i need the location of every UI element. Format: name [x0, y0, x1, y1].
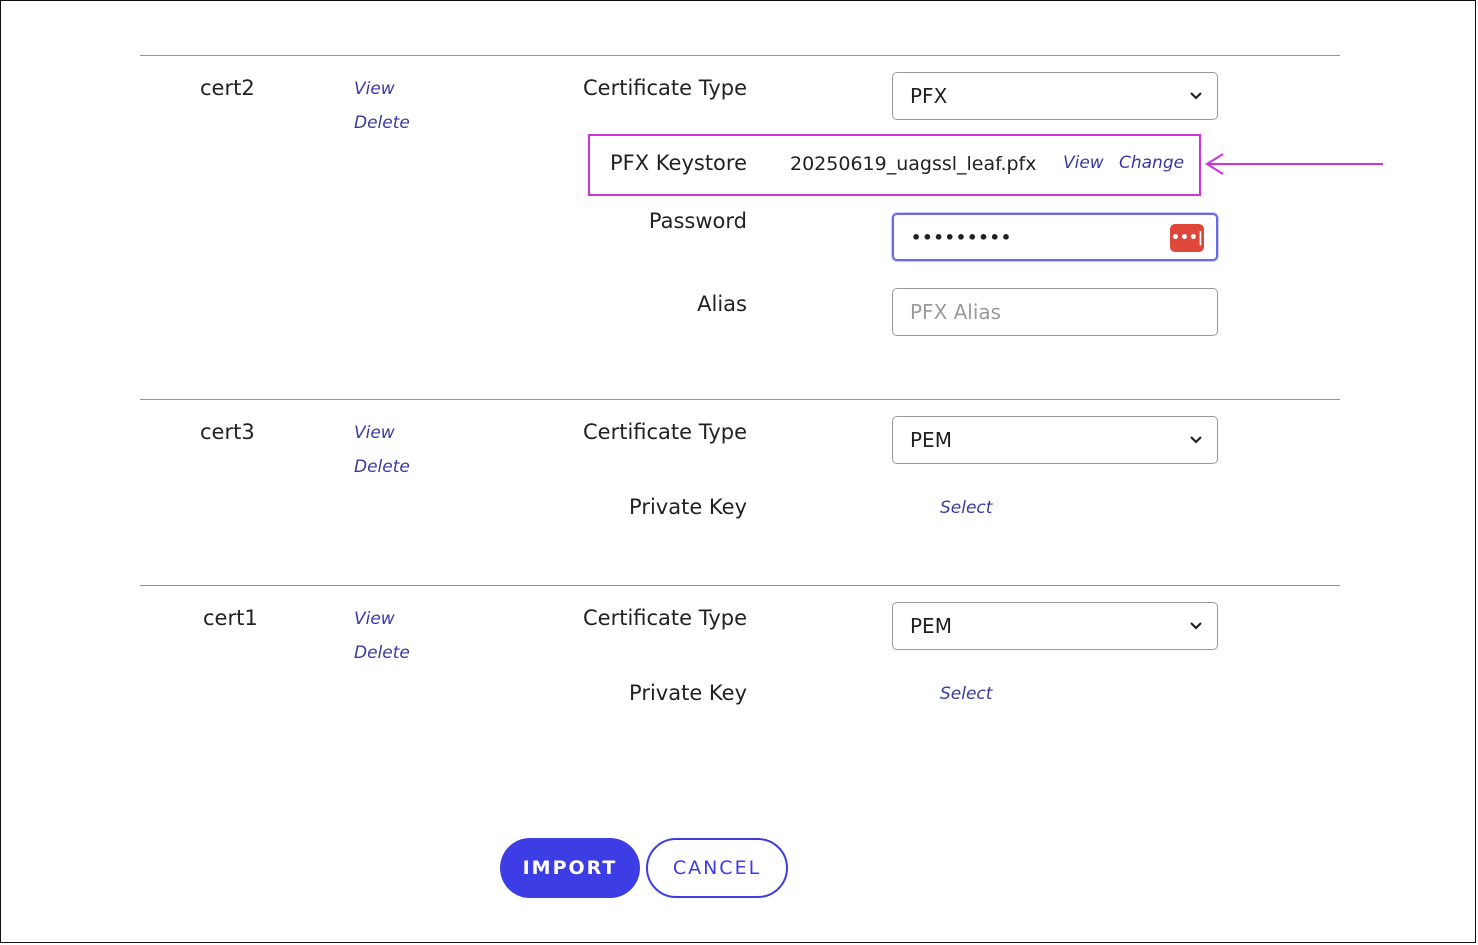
- view-cert-link[interactable]: View: [354, 79, 395, 99]
- certificate-type-value: PEM: [910, 614, 952, 638]
- left-arrow-icon: [1205, 153, 1383, 175]
- private-key-label: Private Key: [629, 681, 747, 705]
- private-key-label: Private Key: [629, 495, 747, 519]
- chevron-down-icon: [1190, 436, 1202, 444]
- import-button[interactable]: IMPORT: [500, 838, 640, 898]
- certificate-type-label: Certificate Type: [583, 606, 747, 630]
- cert-name: cert1: [203, 606, 258, 630]
- certificate-type-select[interactable]: PFX: [892, 72, 1218, 120]
- certificate-type-select[interactable]: PEM: [892, 416, 1218, 464]
- password-value: •••••••••: [911, 227, 1013, 247]
- certificate-type-label: Certificate Type: [583, 76, 747, 100]
- change-keystore-link[interactable]: Change: [1119, 153, 1184, 173]
- alias-placeholder: PFX Alias: [910, 300, 1002, 324]
- select-private-key-link[interactable]: Select: [940, 684, 992, 704]
- select-private-key-link[interactable]: Select: [940, 498, 992, 518]
- certificate-type-value: PFX: [910, 84, 948, 108]
- certificate-type-value: PEM: [910, 428, 952, 452]
- certificate-type-select[interactable]: PEM: [892, 602, 1218, 650]
- view-keystore-link[interactable]: View: [1063, 153, 1104, 173]
- keystore-file-name: 20250619_uagssl_leaf.pfx: [790, 153, 1037, 175]
- section-divider: [140, 585, 1340, 586]
- section-divider: [140, 55, 1340, 56]
- delete-cert-link[interactable]: Delete: [354, 643, 410, 663]
- view-cert-link[interactable]: View: [354, 609, 395, 629]
- alias-label: Alias: [697, 292, 747, 316]
- cert-name: cert3: [200, 420, 255, 444]
- chevron-down-icon: [1190, 92, 1202, 100]
- password-field[interactable]: ••••••••• •••|: [892, 213, 1218, 261]
- pfx-keystore-label: PFX Keystore: [610, 151, 747, 175]
- view-cert-link[interactable]: View: [354, 423, 395, 443]
- chevron-down-icon: [1190, 622, 1202, 630]
- password-label: Password: [648, 209, 747, 233]
- delete-cert-link[interactable]: Delete: [354, 113, 410, 133]
- password-manager-icon[interactable]: •••|: [1170, 224, 1204, 252]
- cert-name: cert2: [200, 76, 255, 100]
- cancel-button[interactable]: CANCEL: [646, 838, 788, 898]
- certificate-type-label: Certificate Type: [583, 420, 747, 444]
- alias-field[interactable]: PFX Alias: [892, 288, 1218, 336]
- section-divider: [140, 399, 1340, 400]
- delete-cert-link[interactable]: Delete: [354, 457, 410, 477]
